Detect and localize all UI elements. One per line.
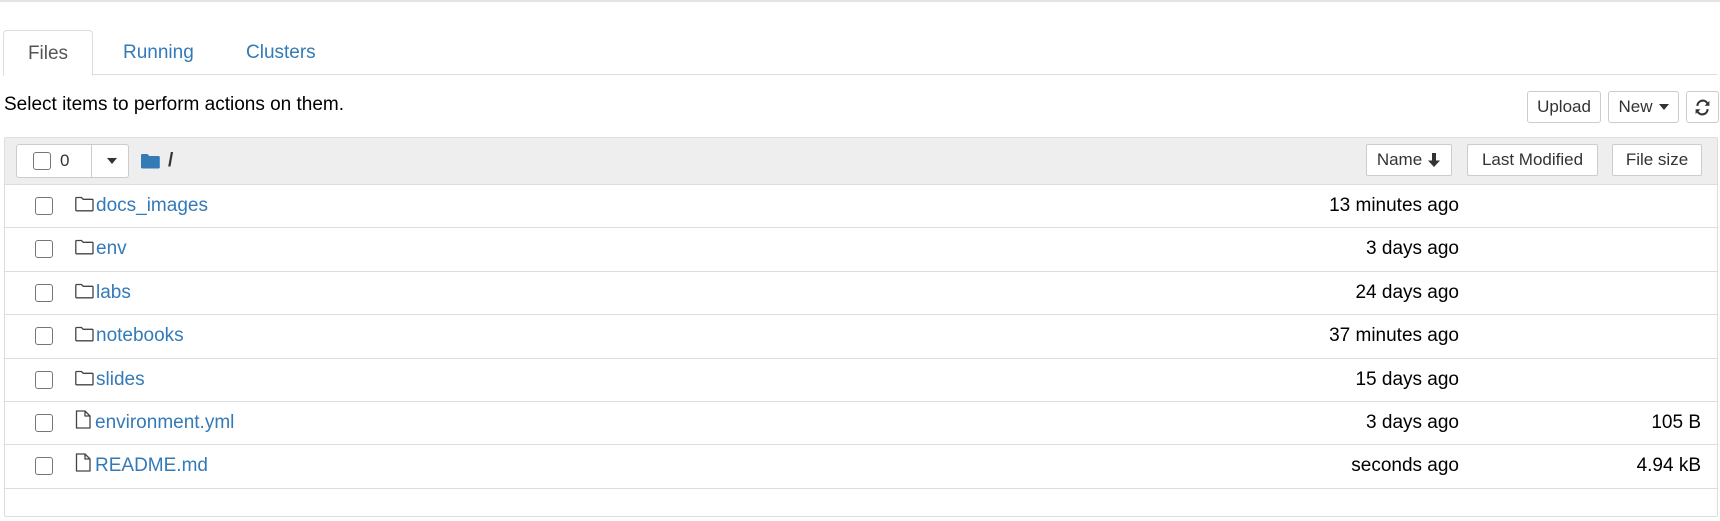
list-item[interactable]: env 3 days ago (5, 228, 1717, 272)
tab-files[interactable]: Files (3, 30, 93, 76)
upload-button[interactable]: Upload (1527, 91, 1601, 123)
list-item[interactable]: docs_images 13 minutes ago (5, 185, 1717, 229)
item-name-link[interactable]: labs (96, 282, 131, 304)
file-size: 4.94 kB (1636, 455, 1701, 477)
last-modified: 37 minutes ago (1329, 325, 1459, 347)
sort-by-modified-button[interactable]: Last Modified (1467, 144, 1598, 176)
refresh-button[interactable] (1686, 91, 1719, 123)
folder-icon[interactable] (141, 153, 160, 169)
row-checkbox[interactable] (35, 197, 53, 215)
last-modified: seconds ago (1351, 455, 1459, 477)
row-checkbox[interactable] (35, 327, 53, 346)
select-all-control: 0 (16, 144, 129, 178)
selector-divider (91, 145, 92, 177)
file-list: 0 / Name Last Modified File size docs_im… (4, 137, 1718, 517)
breadcrumb-root[interactable]: / (168, 150, 173, 172)
file-icon (74, 453, 92, 477)
item-name-link[interactable]: slides (96, 369, 145, 391)
row-checkbox[interactable] (35, 283, 53, 302)
select-all-area: 0 (33, 145, 69, 177)
caret-down-icon (107, 158, 117, 164)
folder-icon (75, 326, 94, 347)
caret-down-icon (1658, 104, 1669, 110)
tab-bar: Files Running Clusters (3, 30, 1717, 76)
last-modified: 13 minutes ago (1329, 195, 1459, 216)
sort-name-label: Name (1376, 150, 1423, 169)
file-size: 105 B (1651, 412, 1701, 433)
file-icon (74, 410, 92, 434)
refresh-icon (1695, 99, 1710, 115)
top-rule (0, 0, 1720, 2)
list-item[interactable]: slides 15 days ago (5, 359, 1717, 402)
list-item[interactable]: environment.yml 3 days ago 105 B (5, 402, 1717, 446)
last-modified: 24 days ago (1355, 281, 1459, 303)
folder-icon (75, 239, 94, 260)
item-name-link[interactable]: env (96, 238, 127, 260)
folder-icon (75, 196, 94, 217)
selection-hint: Select items to perform actions on them. (4, 94, 345, 115)
item-name-link[interactable]: environment.yml (95, 412, 234, 434)
select-menu-toggle[interactable] (95, 145, 129, 177)
folder-icon (75, 283, 94, 304)
breadcrumb: / (141, 150, 173, 172)
row-checkbox[interactable] (35, 240, 53, 259)
list-item[interactable]: labs 24 days ago (5, 272, 1717, 316)
tab-running[interactable]: Running (100, 30, 217, 75)
tab-clusters[interactable]: Clusters (223, 30, 339, 75)
selected-count: 0 (60, 151, 70, 170)
sort-by-size-button[interactable]: File size (1612, 144, 1702, 176)
row-checkbox[interactable] (35, 370, 53, 389)
item-name-link[interactable]: docs_images (96, 195, 208, 217)
last-modified: 3 days ago (1366, 412, 1459, 433)
last-modified: 3 days ago (1366, 238, 1459, 260)
item-name-link[interactable]: notebooks (96, 325, 184, 347)
sort-by-name-button[interactable]: Name (1366, 144, 1452, 176)
list-item[interactable]: notebooks 37 minutes ago (5, 315, 1717, 359)
arrow-down-icon (1428, 153, 1441, 167)
new-button-label: New (1618, 97, 1653, 116)
folder-icon (75, 370, 94, 391)
item-name-link[interactable]: README.md (95, 455, 208, 477)
list-header: 0 / Name Last Modified File size (5, 138, 1717, 185)
row-checkbox[interactable] (35, 457, 53, 476)
new-dropdown-button[interactable]: New (1608, 91, 1679, 123)
list-item[interactable]: README.md seconds ago 4.94 kB (5, 445, 1717, 489)
select-all-checkbox[interactable] (33, 152, 51, 170)
row-checkbox[interactable] (35, 414, 53, 432)
last-modified: 15 days ago (1355, 368, 1459, 390)
